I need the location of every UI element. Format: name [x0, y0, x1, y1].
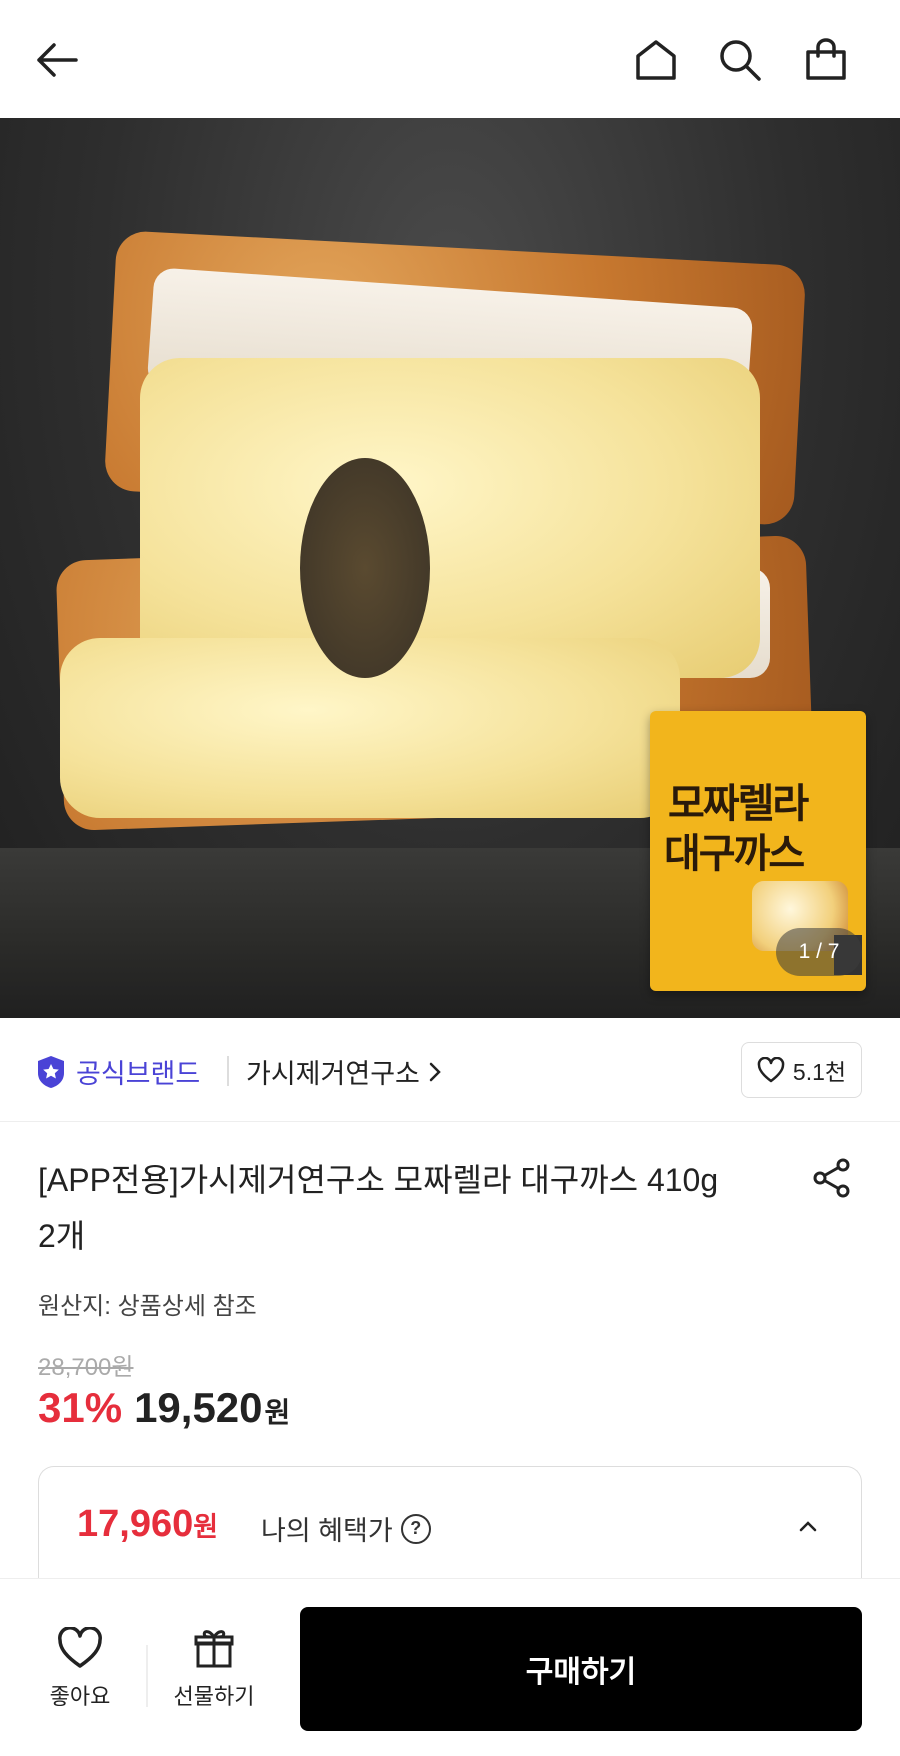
sale-price: 19,520: [134, 1384, 263, 1431]
top-navigation-bar: [0, 0, 900, 118]
help-icon[interactable]: ?: [400, 1513, 431, 1544]
benefit-label: 나의 혜택가 ?: [261, 1509, 431, 1548]
like-count: 5.1천: [792, 1059, 847, 1085]
gift-icon: [194, 1630, 234, 1668]
brand-name: 가시제거연구소: [246, 1059, 420, 1089]
like-label: 좋아요: [49, 1684, 111, 1709]
like-button[interactable]: 좋아요: [40, 1627, 120, 1711]
package-title-line2: 대구까스: [664, 831, 805, 877]
benefit-label-text: 나의 혜택가: [261, 1516, 393, 1546]
melted-cheese: [140, 358, 760, 678]
original-price: 28,700원: [38, 1354, 134, 1381]
heart-icon: [58, 1627, 102, 1668]
benefit-price: 17,960원: [77, 1503, 218, 1546]
product-image[interactable]: 모짜렐라 대구까스: [0, 118, 900, 1018]
shopping-bag-icon[interactable]: [796, 30, 856, 90]
buy-button[interactable]: 구매하기: [300, 1607, 862, 1731]
discount-rate: 31%: [38, 1384, 123, 1431]
home-icon[interactable]: [626, 30, 686, 90]
divider: [146, 1645, 148, 1707]
benefit-currency-unit: 원: [193, 1512, 219, 1542]
search-icon[interactable]: [710, 30, 770, 90]
back-arrow-icon[interactable]: [26, 30, 86, 90]
brand-store-link[interactable]: 가시제거연구소: [246, 1052, 442, 1091]
official-brand-label: 공식브랜드: [76, 1059, 201, 1089]
bottom-action-bar: 좋아요 선물하기 구매하기: [0, 1578, 900, 1756]
brand-like-button[interactable]: 5.1천: [741, 1042, 862, 1098]
divider: [227, 1056, 229, 1086]
chevron-up-icon[interactable]: [793, 1511, 823, 1541]
chevron-right-icon: [429, 1062, 441, 1081]
heart-icon: [757, 1057, 785, 1083]
country-of-origin: 원산지: 상품상세 참조: [38, 1293, 257, 1320]
my-benefit-price-panel[interactable]: 17,960원 나의 혜택가 ?: [38, 1466, 862, 1586]
gift-button[interactable]: 선물하기: [164, 1627, 264, 1711]
currency-unit: 원: [264, 1397, 291, 1428]
brand-row: 공식브랜드 가시제거연구소 5.1천: [0, 1018, 900, 1122]
sale-price-row: 31% 19,520 원: [38, 1384, 290, 1432]
share-icon[interactable]: [806, 1152, 858, 1204]
product-title: [APP전용]가시제거연구소 모짜렐라 대구까스 410g 2개: [38, 1162, 719, 1254]
gift-label: 선물하기: [173, 1684, 255, 1709]
verified-shield-icon: [38, 1055, 64, 1088]
image-page-counter: 1 / 7: [776, 928, 862, 976]
official-brand-badge: 공식브랜드: [36, 1052, 200, 1091]
benefit-price-value: 17,960: [77, 1503, 194, 1545]
cheese-pull-gap: [300, 458, 430, 678]
